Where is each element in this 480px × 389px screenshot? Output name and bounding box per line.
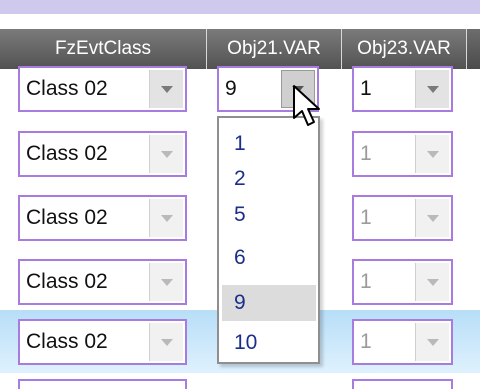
obj23-var-combo[interactable]: 1 — [352, 131, 453, 177]
dropdown-option-selected[interactable]: 9 — [222, 285, 316, 321]
fzevtclass-value: Class 02 — [26, 270, 108, 293]
chevron-down-icon[interactable] — [149, 199, 183, 237]
grid-header: FzEvtClass Obj21.VAR Obj23.VAR — [0, 14, 480, 69]
chevron-down-icon[interactable] — [415, 323, 449, 361]
fzevtclass-combo[interactable]: Class 02 — [18, 195, 187, 241]
fzevtclass-combo[interactable]: Class 02 — [18, 259, 187, 305]
obj23-var-value: 1 — [360, 77, 372, 100]
fzevtclass-combo[interactable]: Class 02 — [18, 131, 187, 177]
table-row-partial[interactable] — [0, 373, 480, 389]
chevron-down-icon[interactable] — [149, 70, 183, 108]
obj23-var-value: 1 — [360, 270, 372, 293]
fzevtclass-value: Class 02 — [26, 330, 108, 353]
obj23-var-combo[interactable]: 1 — [352, 259, 453, 305]
chevron-down-icon[interactable] — [415, 263, 449, 301]
dropdown-option[interactable]: 1 — [222, 126, 316, 162]
obj21-var-dropdown-list[interactable]: 1 2 5 6 9 10 — [217, 116, 320, 364]
obj23-var-combo[interactable]: 1 — [352, 195, 453, 241]
fzevtclass-combo[interactable]: Class 02 — [18, 319, 187, 365]
obj23-var-value: 1 — [360, 142, 372, 165]
chevron-down-icon[interactable] — [149, 323, 183, 361]
chevron-down-icon[interactable] — [415, 135, 449, 173]
fzevtclass-value: Class 02 — [26, 142, 108, 165]
dropdown-option[interactable]: 10 — [222, 325, 316, 361]
chevron-down-icon[interactable] — [149, 135, 183, 173]
obj21-var-value: 9 — [225, 77, 237, 100]
obj23-var-value: 1 — [360, 206, 372, 229]
chevron-down-icon[interactable] — [415, 199, 449, 237]
chevron-down-icon[interactable] — [415, 70, 449, 108]
fzevtclass-value: Class 02 — [26, 206, 108, 229]
fzevtclass-combo[interactable] — [18, 379, 187, 389]
fzevtclass-combo[interactable]: Class 02 — [18, 66, 187, 112]
obj23-var-combo[interactable]: 1 — [352, 319, 453, 365]
dropdown-option[interactable]: 5 — [222, 197, 316, 233]
table-row[interactable]: Class 02 9 1 — [0, 58, 480, 121]
dropdown-option[interactable]: 6 — [222, 240, 316, 276]
obj23-var-value: 1 — [360, 330, 372, 353]
grid-top-strip — [0, 0, 480, 15]
mouse-pointer-icon — [293, 85, 320, 126]
obj23-var-combo[interactable] — [352, 379, 453, 389]
dropdown-option[interactable]: 2 — [222, 161, 316, 197]
obj23-var-combo[interactable]: 1 — [352, 66, 453, 112]
chevron-down-icon[interactable] — [149, 263, 183, 301]
fzevtclass-value: Class 02 — [26, 77, 108, 100]
